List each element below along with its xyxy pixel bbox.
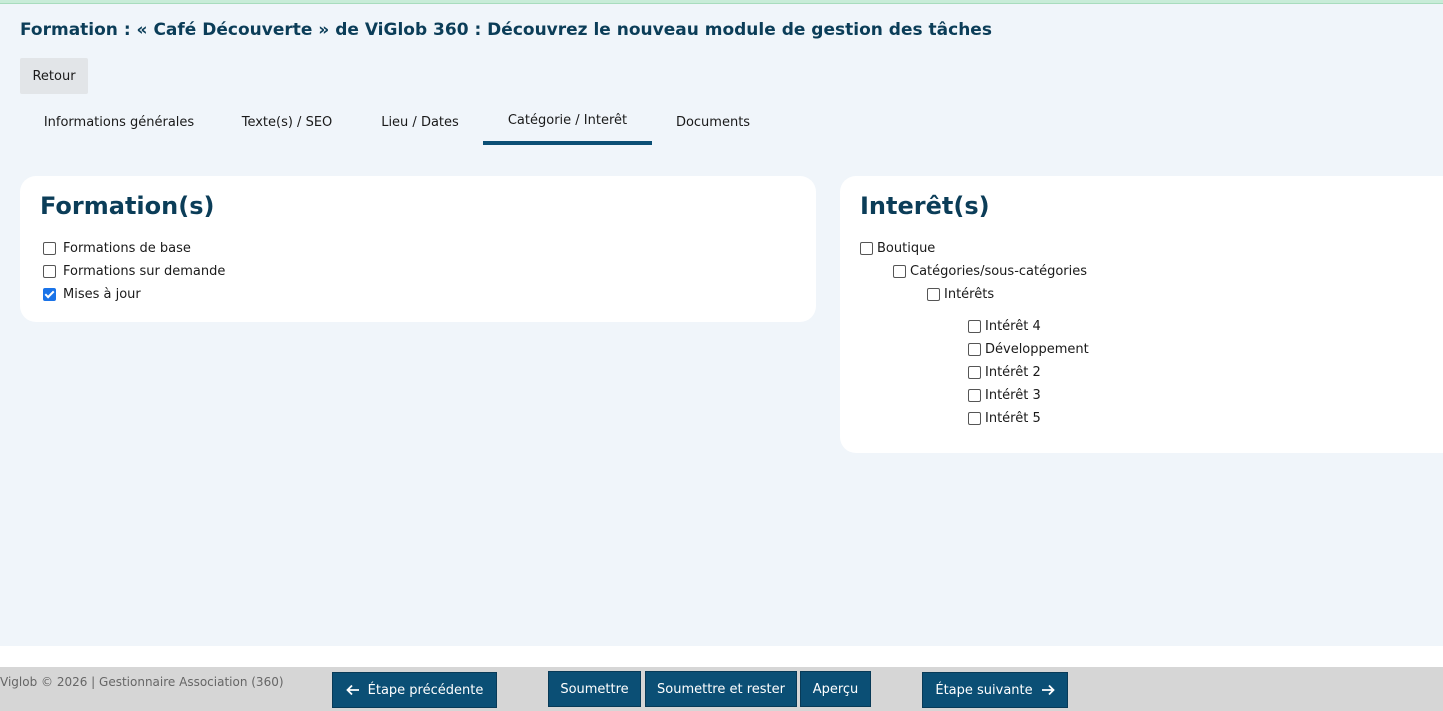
checkbox[interactable] [927, 288, 940, 301]
interets-card: Interêt(s) Boutique Catégories/sous-caté… [840, 176, 1443, 453]
formation-option-label: Formations de base [63, 241, 191, 256]
checkbox[interactable] [968, 389, 981, 402]
checkbox[interactable] [968, 343, 981, 356]
interet-option-label: Intérêts [944, 287, 995, 302]
interet-option-label: Développement [985, 342, 1089, 357]
arrow-left-icon [345, 684, 360, 696]
arrow-right-icon [1041, 684, 1055, 696]
checkbox[interactable] [43, 242, 56, 255]
interet-option-label: Intérêt 2 [985, 365, 1041, 380]
interets-title: Interêt(s) [860, 192, 990, 220]
tab-label: Catégorie / Interêt [507, 113, 628, 128]
submit-and-stay-button[interactable]: Soumettre et rester [645, 671, 797, 707]
interet-option-label: Intérêt 5 [985, 411, 1041, 426]
submit-button[interactable]: Soumettre [548, 671, 641, 707]
footer-copyright: Viglob © 2026 | Gestionnaire Association… [0, 675, 284, 689]
interet-option-label: Boutique [877, 241, 936, 256]
tab-lieu-dates[interactable]: Lieu / Dates [366, 100, 474, 145]
interet-option[interactable]: Intérêts [927, 287, 994, 302]
footer-bar: Viglob © 2026 | Gestionnaire Association… [0, 667, 1443, 711]
interet-option[interactable]: Catégories/sous-catégories [893, 264, 1087, 279]
interet-option[interactable]: Intérêt 4 [968, 319, 1041, 334]
tab-label: Lieu / Dates [381, 115, 459, 130]
checkbox[interactable] [968, 320, 981, 333]
checkbox[interactable] [968, 366, 981, 379]
formation-option-label: Mises à jour [63, 287, 141, 302]
tab-textes-seo[interactable]: Texte(s) / SEO [228, 100, 346, 145]
formations-title: Formation(s) [40, 192, 215, 220]
interet-option-label: Intérêt 4 [985, 319, 1041, 334]
interet-option-label: Intérêt 3 [985, 388, 1041, 403]
previous-step-label: Étape précédente [367, 682, 484, 698]
interet-option-label: Catégories/sous-catégories [910, 264, 1088, 279]
tab-documents[interactable]: Documents [662, 100, 764, 145]
interet-option[interactable]: Intérêt 2 [968, 365, 1041, 380]
checkbox[interactable] [43, 265, 56, 278]
checkbox[interactable] [893, 265, 906, 278]
checkbox[interactable] [860, 242, 873, 255]
next-step-label: Étape suivante [935, 682, 1033, 698]
formation-option-label: Formations sur demande [63, 264, 226, 279]
main-area: Formation : « Café Découverte » de ViGlo… [0, 0, 1443, 646]
preview-button[interactable]: Aperçu [800, 671, 871, 707]
back-button[interactable]: Retour [20, 58, 88, 94]
success-banner-edge [0, 0, 1443, 4]
interet-option[interactable]: Boutique [860, 241, 935, 256]
tab-informations-generales[interactable]: Informations générales [30, 100, 208, 145]
formation-option[interactable]: Formations sur demande [43, 264, 225, 279]
checkbox[interactable] [43, 288, 56, 301]
tab-categorie-interet[interactable]: Catégorie / Interêt [483, 100, 652, 145]
page-title: Formation : « Café Découverte » de ViGlo… [20, 20, 992, 40]
interet-option[interactable]: Intérêt 3 [968, 388, 1041, 403]
tab-label: Informations générales [43, 115, 195, 130]
previous-step-button[interactable]: Étape précédente [332, 672, 497, 708]
formation-option[interactable]: Mises à jour [43, 287, 141, 302]
next-step-button[interactable]: Étape suivante [922, 672, 1068, 708]
interet-option[interactable]: Développement [968, 342, 1089, 357]
tab-label: Documents [675, 115, 751, 130]
checkbox[interactable] [968, 412, 981, 425]
formation-option[interactable]: Formations de base [43, 241, 191, 256]
formations-card: Formation(s) Formations de base Formatio… [20, 176, 816, 322]
interet-option[interactable]: Intérêt 5 [968, 411, 1041, 426]
page: Formation : « Café Découverte » de ViGlo… [0, 0, 1443, 711]
tab-label: Texte(s) / SEO [241, 115, 333, 130]
